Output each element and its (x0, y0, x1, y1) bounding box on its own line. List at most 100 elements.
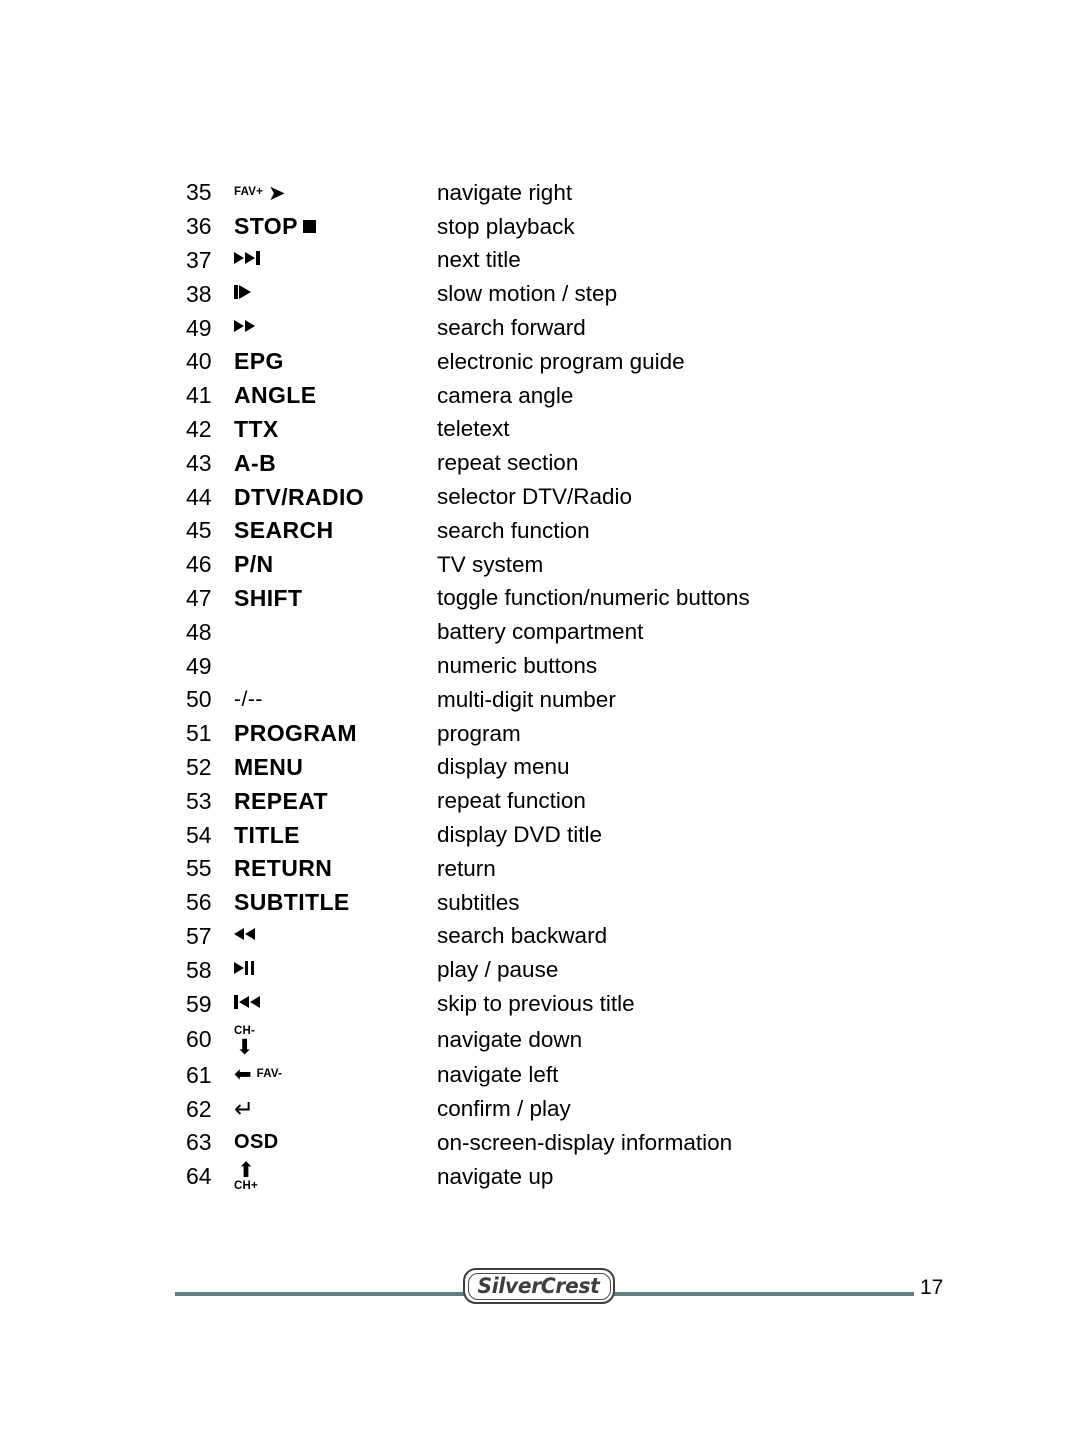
rewind-icon (234, 928, 255, 941)
silvercrest-logo: SilverCrest (463, 1268, 615, 1304)
key-label: SEARCH (234, 517, 334, 544)
table-row: 58 play / pause (186, 953, 926, 987)
key-table-body: 35 FAV+ ➤ navigate right 36 STOP stop playback… (186, 176, 926, 1194)
key-description: return (437, 855, 496, 881)
key-number: 45 (186, 517, 212, 544)
key-description: subtitles (437, 889, 520, 915)
key-description: search backward (437, 923, 608, 949)
key-number: 36 (186, 213, 212, 240)
next-title-icon (234, 251, 260, 266)
key-description: navigate right (437, 179, 573, 205)
table-row: 49 numeric buttons (186, 649, 926, 683)
slow-motion-icon (234, 284, 251, 299)
table-row: 41 ANGLE camera angle (186, 379, 926, 413)
logo-border-inner: SilverCrest (467, 1272, 611, 1300)
table-row: 43 A-B repeat section (186, 446, 926, 480)
key-symbol-cell (228, 953, 437, 987)
table-row: 60 CH- ⬇ navigate down (186, 1021, 926, 1059)
key-symbol-cell: DTV/RADIO (228, 480, 437, 514)
key-label-osd: OSD (234, 1131, 279, 1154)
key-description: search function (437, 517, 590, 543)
table-row: 44 DTV/RADIO selector DTV/Radio (186, 480, 926, 514)
key-symbol-cell (228, 277, 437, 311)
key-label: ANGLE (234, 382, 317, 409)
key-description: electronic program guide (437, 348, 685, 374)
table-row: 35 FAV+ ➤ navigate right (186, 176, 926, 210)
key-description: multi-digit number (437, 686, 616, 712)
table-row: 48 battery compartment (186, 615, 926, 649)
key-label: PROGRAM (234, 720, 357, 747)
key-number: 38 (186, 280, 212, 307)
key-description: repeat function (437, 788, 586, 814)
table-row: 42 TTX teletext (186, 413, 926, 447)
key-label: TTX (234, 415, 279, 442)
key-number: 37 (186, 246, 212, 273)
table-row: 64 ⬆ CH+ navigate up (186, 1160, 926, 1194)
key-number: 55 (186, 855, 212, 882)
key-symbol-cell (228, 920, 437, 954)
table-row: 45 SEARCH search function (186, 514, 926, 548)
key-description: display menu (437, 754, 570, 780)
key-number: 52 (186, 753, 212, 780)
key-symbol-cell (228, 244, 437, 278)
key-symbol-cell: STOP (228, 210, 437, 244)
footer-rule-left (175, 1292, 475, 1296)
play-pause-icon (234, 961, 254, 976)
key-description: search forward (437, 315, 586, 341)
key-description: numeric buttons (437, 653, 598, 679)
table-row: 53 REPEAT repeat function (186, 784, 926, 818)
table-row: 47 SHIFT toggle function/numeric buttons (186, 582, 926, 616)
table-row: 62 ↵ confirm / play (186, 1092, 926, 1126)
key-description: battery compartment (437, 619, 644, 645)
table-row: 50 -/-- multi-digit number (186, 683, 926, 717)
arrow-up-icon: ⬆ (237, 1158, 255, 1183)
table-row: 49 search forward (186, 311, 926, 345)
key-symbol-cell: ↵ (228, 1092, 437, 1126)
key-number: 49 (186, 314, 212, 341)
key-description: navigate down (437, 1026, 583, 1052)
key-symbol-cell: P/N (228, 548, 437, 582)
key-number: 63 (186, 1129, 212, 1156)
key-number: 64 (186, 1163, 212, 1190)
arrow-down-icon: ⬇ (235, 1035, 254, 1060)
key-number: 50 (186, 686, 212, 713)
key-label: A-B (234, 449, 277, 476)
key-number: 46 (186, 551, 212, 578)
table-row: 51 PROGRAM program (186, 717, 926, 751)
key-label: P/N (234, 551, 274, 578)
footer-rule-right (612, 1292, 914, 1296)
key-number: 53 (186, 787, 212, 814)
key-symbol-cell: FAV+ ➤ (228, 176, 437, 210)
key-number: 54 (186, 821, 212, 848)
key-symbol-cell (228, 311, 437, 345)
table-row: 63 OSD on-screen-display information (186, 1126, 926, 1160)
key-number: 41 (186, 382, 212, 409)
key-symbol-cell: SUBTITLE (228, 886, 437, 920)
key-symbol-cell: ⬆ CH+ (228, 1160, 437, 1194)
key-label-fav-plus: FAV+ (234, 186, 264, 199)
table-row: 40 EPG electronic program guide (186, 345, 926, 379)
fast-forward-icon (234, 320, 255, 333)
key-number: 35 (186, 179, 212, 206)
key-description: confirm / play (437, 1096, 571, 1122)
table-row: 56 SUBTITLE subtitles (186, 886, 926, 920)
key-number: 42 (186, 415, 212, 442)
key-symbol-cell: TITLE (228, 818, 437, 852)
key-stop: STOP (234, 213, 316, 240)
key-label: EPG (234, 348, 284, 375)
key-label-fav-minus: FAV- (256, 1068, 283, 1081)
key-fav-minus-left: ⬅ FAV- (234, 1064, 282, 1085)
key-symbol-cell (228, 615, 437, 649)
key-number: 44 (186, 483, 212, 510)
key-number: 51 (186, 720, 212, 747)
page-number: 17 (920, 1276, 944, 1299)
key-symbol-cell: REPEAT (228, 784, 437, 818)
remote-key-table: 35 FAV+ ➤ navigate right 36 STOP stop playback… (186, 176, 926, 1194)
key-symbol-cell: TTX (228, 413, 437, 447)
key-label-ch-plus: CH+ (234, 1180, 258, 1193)
table-row: 46 P/N TV system (186, 548, 926, 582)
arrow-right-icon: ➤ (268, 180, 286, 205)
key-description: slow motion / step (437, 281, 618, 307)
key-symbol-cell: CH- ⬇ (228, 1021, 437, 1059)
key-symbol-cell: -/-- (228, 683, 437, 717)
